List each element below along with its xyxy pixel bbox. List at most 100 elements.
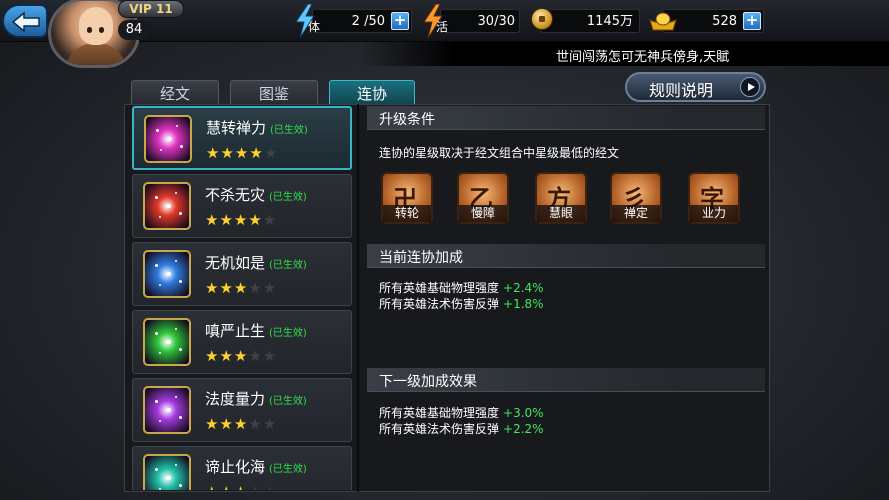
star-icon: ★: [233, 279, 249, 297]
star-icon: ★: [219, 211, 234, 229]
back-button[interactable]: [2, 4, 48, 38]
combo-list-item[interactable]: 无机如是 (已生效) ★★★★★: [132, 242, 352, 306]
upgrade-title: 升级条件: [379, 112, 435, 128]
combo-list[interactable]: 慧转禅力 (已生效) ★★★★★ 不杀无灾 (已生效) ★★★★★ 无机如是 (已生效) ★★★…: [130, 106, 354, 490]
scripture-scroll-icon[interactable]: 卍转轮: [381, 172, 433, 224]
scroll-label: 转轮: [383, 205, 431, 222]
sparkle: [156, 129, 159, 132]
star-icon: ★: [205, 347, 220, 365]
announcement-text: 世间闯荡怎可无神兵傍身,天賦: [556, 50, 730, 65]
star-icon: ★: [249, 144, 264, 162]
rules-button-label: 规则说明: [649, 81, 714, 100]
sparkle: [159, 420, 161, 422]
combo-name-text: 谛止化海: [205, 458, 266, 476]
star-icon: ★: [205, 279, 220, 297]
announcement-marquee: 世间闯荡怎可无神兵傍身,天賦: [360, 42, 889, 66]
next-bonus-header: 下一级加成效果: [367, 368, 765, 392]
bonus-value: +2.4%: [503, 281, 544, 295]
scroll-label: 禅定: [612, 205, 660, 222]
back-arrow-icon: [11, 11, 40, 33]
combo-name-text: 不杀无灾: [205, 186, 266, 204]
next-bonus-title: 下一级加成效果: [379, 374, 477, 390]
lightning-icon: 体: [292, 3, 330, 40]
star-icon: ★: [233, 347, 249, 365]
combo-name: 慧转禅力 (已生效): [206, 117, 308, 138]
player-level: 84: [118, 20, 150, 40]
bonus-text: 所有英雄基础物理强度: [379, 406, 500, 420]
energy-value: 30/30: [477, 14, 515, 29]
combo-list-item[interactable]: 慧转禅力 (已生效) ★★★★★: [132, 106, 352, 170]
star-icon: ★: [263, 144, 279, 162]
sparkle: [167, 272, 171, 276]
avatar-face: [79, 7, 113, 45]
scroll-label: 业力: [690, 205, 738, 222]
scroll-label: 慧眼: [537, 205, 585, 222]
lightning-icon: 活: [420, 3, 458, 40]
combo-name-text: 嗔严止生: [205, 322, 266, 340]
stamina-label: 体: [308, 20, 321, 34]
combo-list-item[interactable]: 法度量力 (已生效) ★★★★★: [132, 378, 352, 442]
bonus-text: 所有英雄基础物理强度: [379, 281, 500, 295]
coin-counter: 1145万: [540, 9, 640, 33]
star-rating: ★★★★★: [205, 279, 277, 297]
sparkle: [159, 216, 161, 218]
sparkle: [167, 340, 171, 344]
sparkle: [175, 260, 177, 262]
combo-name: 法度量力 (已生效): [205, 388, 307, 409]
combo-list-item[interactable]: 嗔严止生 (已生效) ★★★★★: [132, 310, 352, 374]
scripture-scroll-icon[interactable]: 彡禅定: [610, 172, 662, 224]
constellation-gem-icon: [143, 318, 191, 366]
star-icon: ★: [262, 347, 278, 365]
star-icon: ★: [262, 211, 278, 229]
star-icon: ★: [219, 415, 234, 433]
bonus-value: +2.2%: [503, 422, 544, 436]
sparkle: [175, 192, 177, 194]
constellation-gem-icon: [143, 250, 191, 298]
scripture-scroll-icon[interactable]: 方慧眼: [535, 172, 587, 224]
star-rating: ★★★★★: [205, 211, 277, 229]
bonus-value: +1.8%: [503, 297, 544, 311]
star-icon: ★: [262, 415, 278, 433]
star-icon: ★: [219, 279, 234, 297]
sparkle: [155, 332, 158, 335]
sparkle: [175, 464, 177, 466]
combo-name: 嗔严止生 (已生效): [205, 320, 307, 341]
rules-button[interactable]: 规则说明: [625, 72, 766, 102]
add-stamina-button[interactable]: +: [391, 12, 409, 30]
sparkle: [179, 416, 182, 419]
star-icon: ★: [206, 144, 221, 162]
star-icon: ★: [233, 415, 249, 433]
add-ingot-button[interactable]: +: [743, 12, 761, 30]
upgrade-description: 连协的星级取决于经文组合中星级最低的经文: [379, 146, 620, 160]
sparkle: [180, 145, 183, 148]
star-icon: ★: [219, 347, 234, 365]
sparkle: [179, 212, 182, 215]
combo-list-item[interactable]: 谛止化海(已生效)★★★★★: [132, 446, 352, 490]
star-icon: ★: [262, 279, 278, 297]
sparkle: [155, 264, 158, 267]
sparkle: [167, 476, 171, 480]
scripture-scroll-icon[interactable]: 字业力: [688, 172, 740, 224]
combo-state: (已生效): [269, 260, 307, 271]
sparkle: [167, 204, 171, 208]
coin-value: 1145万: [586, 14, 633, 29]
combo-name-text: 慧转禅力: [206, 119, 267, 137]
avatar-eye: [99, 27, 104, 33]
sparkle: [155, 468, 158, 471]
star-icon: ★: [233, 211, 249, 229]
star-icon: ★: [219, 483, 233, 490]
star-icon: ★: [263, 483, 277, 490]
star-rating: ★★★★★: [205, 415, 277, 433]
bonus-text: 所有英雄法术伤害反弹: [379, 297, 500, 311]
combo-list-item[interactable]: 不杀无灾 (已生效) ★★★★★: [132, 174, 352, 238]
sparkle: [159, 352, 161, 354]
combo-state: (已生效): [269, 328, 307, 339]
scripture-scroll-icon[interactable]: 乙慢障: [457, 172, 509, 224]
vip-badge[interactable]: VIP 11: [118, 0, 184, 18]
ingot-value: 528: [712, 14, 737, 29]
constellation-gem-icon: [143, 386, 191, 434]
constellation-gem-icon: [144, 115, 192, 163]
star-icon: ★: [248, 347, 263, 365]
energy-label: 活: [436, 20, 449, 34]
sparkle: [175, 328, 177, 330]
